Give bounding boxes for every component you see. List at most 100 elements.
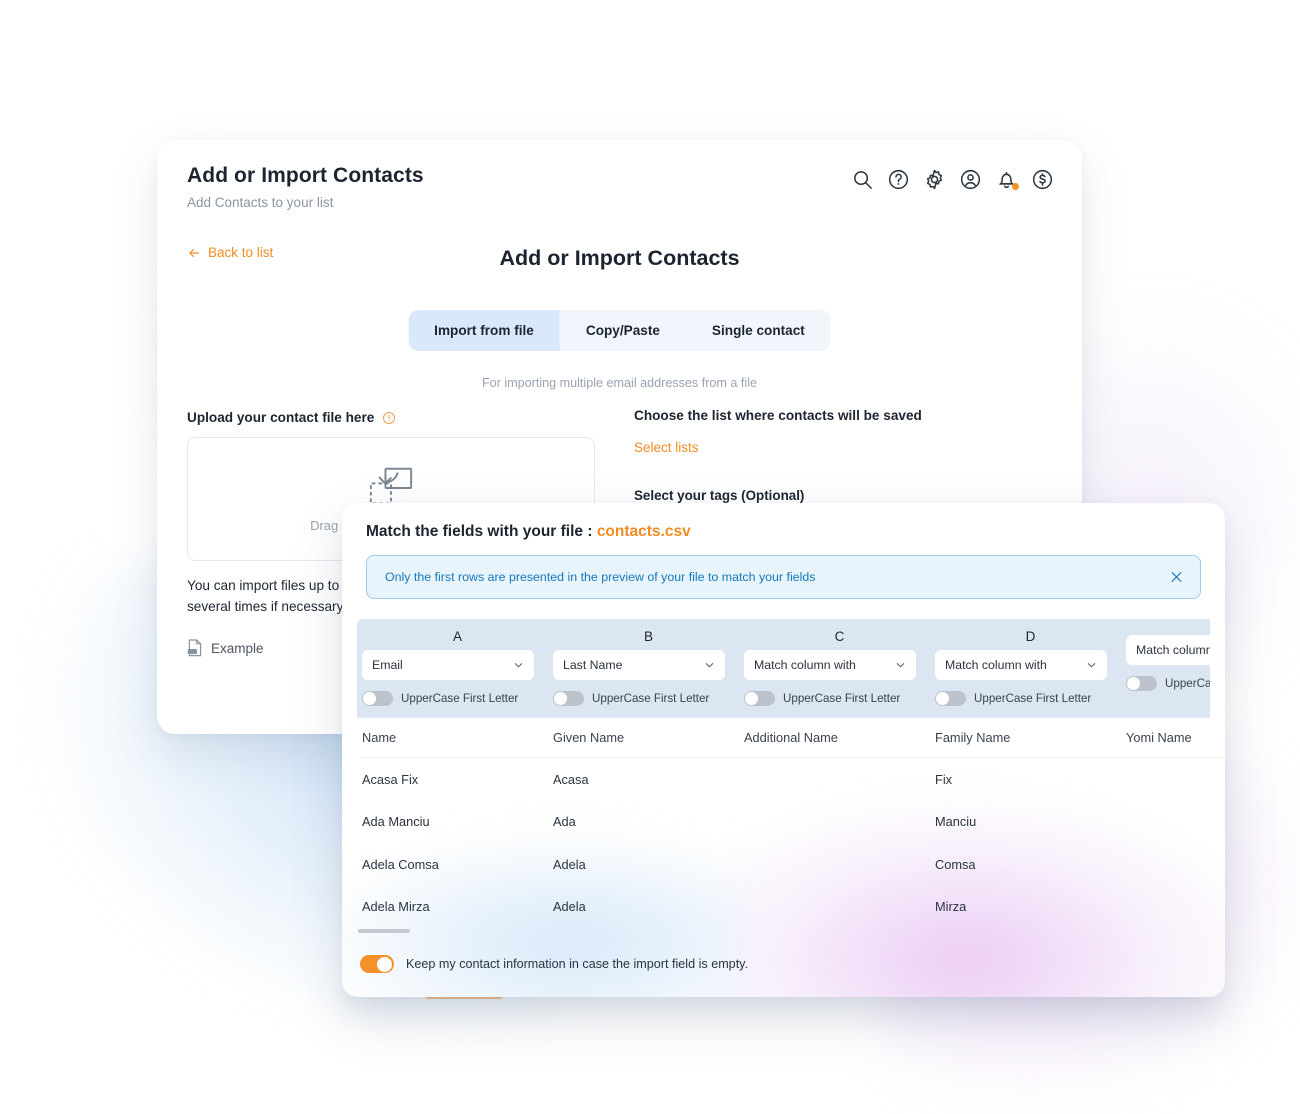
table-header-cell: Additional Name	[744, 730, 838, 745]
csv-file-icon	[187, 639, 203, 657]
table-cell: Acasa	[553, 771, 589, 787]
uppercase-toggle-row-a: UpperCase First Letter	[362, 691, 553, 706]
preview-table: Name Given Name Additional Name Family N…	[362, 718, 1222, 928]
table-header-cell: Yomi Name	[1126, 730, 1192, 745]
modal-header: Match the fields with your file : contac…	[342, 503, 1225, 541]
upload-label-row: Upload your contact file here	[187, 410, 595, 425]
header-icon-bar	[851, 168, 1054, 191]
screen: Add or Import Contacts Add Contacts to y…	[0, 0, 1300, 1114]
column-mapping-bar: A Email UpperCase First Letter B Last Na…	[357, 619, 1210, 718]
search-icon[interactable]	[851, 168, 874, 191]
tabs-hint: For importing multiple email addresses f…	[481, 376, 758, 390]
table-header-cell: Given Name	[553, 730, 625, 745]
info-icon[interactable]	[382, 411, 396, 425]
table-cell: Acasa Fix	[362, 771, 419, 787]
column-mapping-a: A Email UpperCase First Letter	[362, 629, 553, 706]
tab-copy-paste[interactable]: Copy/Paste	[560, 310, 686, 351]
column-letter: C	[834, 629, 845, 644]
app-header: Add or Import Contacts Add Contacts to y…	[157, 140, 1082, 214]
example-label: Example	[211, 640, 264, 656]
dollar-circle-icon[interactable]	[1031, 168, 1054, 191]
horizontal-scrollbar[interactable]	[358, 929, 410, 933]
modal-title-separator: :	[583, 523, 597, 540]
gear-icon[interactable]	[923, 168, 946, 191]
column-select-a[interactable]: Email	[362, 650, 534, 680]
keep-contact-info-toggle[interactable]	[360, 955, 394, 973]
column-letter: D	[1025, 629, 1036, 644]
user-circle-icon[interactable]	[959, 168, 982, 191]
table-cell: Manciu	[935, 814, 977, 830]
tab-single-contact[interactable]: Single contact	[686, 310, 831, 351]
table-cell: Adela Comsa	[362, 856, 439, 872]
column-mapping-e: Match column with UpperCase First Letter	[1126, 629, 1210, 706]
preview-notice: Only the first rows are presented in the…	[366, 555, 1201, 599]
match-fields-modal: Match the fields with your file : contac…	[342, 503, 1225, 997]
chevron-down-icon	[704, 660, 715, 671]
uppercase-toggle-label: UpperCase First Letter	[783, 692, 901, 705]
section-title: Add or Import Contacts	[499, 246, 740, 270]
column-mapping-c: C Match column with UpperCase First Lett…	[744, 629, 935, 706]
bell-icon[interactable]	[995, 168, 1019, 191]
uppercase-toggle-label: UpperCase First Letter	[1165, 677, 1210, 690]
table-row: Ada Manciu Ada Manciu	[362, 801, 1222, 844]
notification-badge	[1012, 183, 1019, 190]
column-select-e[interactable]: Match column with	[1126, 635, 1210, 665]
help-circle-icon[interactable]	[887, 168, 910, 191]
uppercase-toggle-row-e: UpperCase First Letter	[1126, 676, 1210, 691]
preview-notice-text: Only the first rows are presented in the…	[385, 570, 816, 584]
chevron-down-icon	[1086, 660, 1097, 671]
modal-footer: Keep my contact information in case the …	[342, 931, 1225, 997]
uppercase-toggle-row-b: UpperCase First Letter	[553, 691, 744, 706]
upload-label: Upload your contact file here	[187, 410, 375, 425]
modal-file-name: contacts.csv	[596, 523, 691, 540]
column-mapping-b: B Last Name UpperCase First Letter	[553, 629, 744, 706]
table-cell: Ada Manciu	[362, 814, 430, 830]
column-select-b[interactable]: Last Name	[553, 650, 725, 680]
table-cell: Adela Mirza	[362, 899, 430, 915]
uppercase-toggle-label: UpperCase First Letter	[592, 692, 710, 705]
table-cell: Ada	[553, 814, 576, 830]
tab-import-from-file[interactable]: Import from file	[408, 310, 560, 351]
column-select-a-value: Email	[372, 658, 403, 672]
chevron-down-icon	[895, 660, 906, 671]
table-header-row: Name Given Name Additional Name Family N…	[362, 718, 1222, 758]
column-select-b-value: Last Name	[563, 658, 623, 672]
uppercase-toggle-d[interactable]	[935, 691, 966, 706]
uppercase-toggle-b[interactable]	[553, 691, 584, 706]
table-row: Adela Mirza Adela Mirza	[362, 886, 1222, 929]
column-select-c[interactable]: Match column with	[744, 650, 916, 680]
column-select-d-value: Match column with	[945, 658, 1047, 672]
column-letter: A	[452, 629, 462, 644]
table-cell: Mirza	[935, 899, 967, 915]
column-select-e-value: Match column with	[1136, 643, 1210, 657]
page-subtitle: Add Contacts to your list	[187, 195, 334, 210]
table-cell: Adela	[553, 856, 586, 872]
table-header-cell: Name	[362, 730, 397, 745]
drag-drop-icon	[369, 466, 413, 506]
close-icon[interactable]	[1169, 570, 1184, 585]
list-section: Choose the list where contacts will be s…	[634, 408, 1044, 503]
uppercase-toggle-c[interactable]	[744, 691, 775, 706]
table-cell: Comsa	[935, 856, 976, 872]
uppercase-toggle-label: UpperCase First Letter	[974, 692, 1092, 705]
import-mode-tabs: Import from file Copy/Paste Single conta…	[408, 310, 831, 351]
uppercase-toggle-row-d: UpperCase First Letter	[935, 691, 1126, 706]
keep-contact-info-label: Keep my contact information in case the …	[406, 957, 749, 971]
modal-title: Match the fields with your file : contac…	[366, 523, 1201, 541]
table-cell: Fix	[935, 771, 953, 787]
uppercase-toggle-e[interactable]	[1126, 676, 1157, 691]
select-tags-label: Select your tags (Optional)	[634, 488, 805, 503]
chevron-down-icon	[513, 660, 524, 671]
table-cell: Adela	[553, 899, 586, 915]
modal-title-prefix: Match the fields with your file	[366, 523, 584, 540]
column-select-d[interactable]: Match column with	[935, 650, 1107, 680]
choose-list-label: Choose the list where contacts will be s…	[634, 408, 922, 423]
table-header-cell: Family Name	[935, 730, 1011, 745]
table-row: Adela Comsa Adela Comsa	[362, 843, 1222, 886]
table-row: Acasa Fix Acasa Fix	[362, 758, 1222, 801]
column-mapping-d: D Match column with UpperCase First Lett…	[935, 629, 1126, 706]
uppercase-toggle-a[interactable]	[362, 691, 393, 706]
uppercase-toggle-row-c: UpperCase First Letter	[744, 691, 935, 706]
column-select-c-value: Match column with	[754, 658, 856, 672]
select-lists-link[interactable]: Select lists	[634, 440, 1044, 455]
